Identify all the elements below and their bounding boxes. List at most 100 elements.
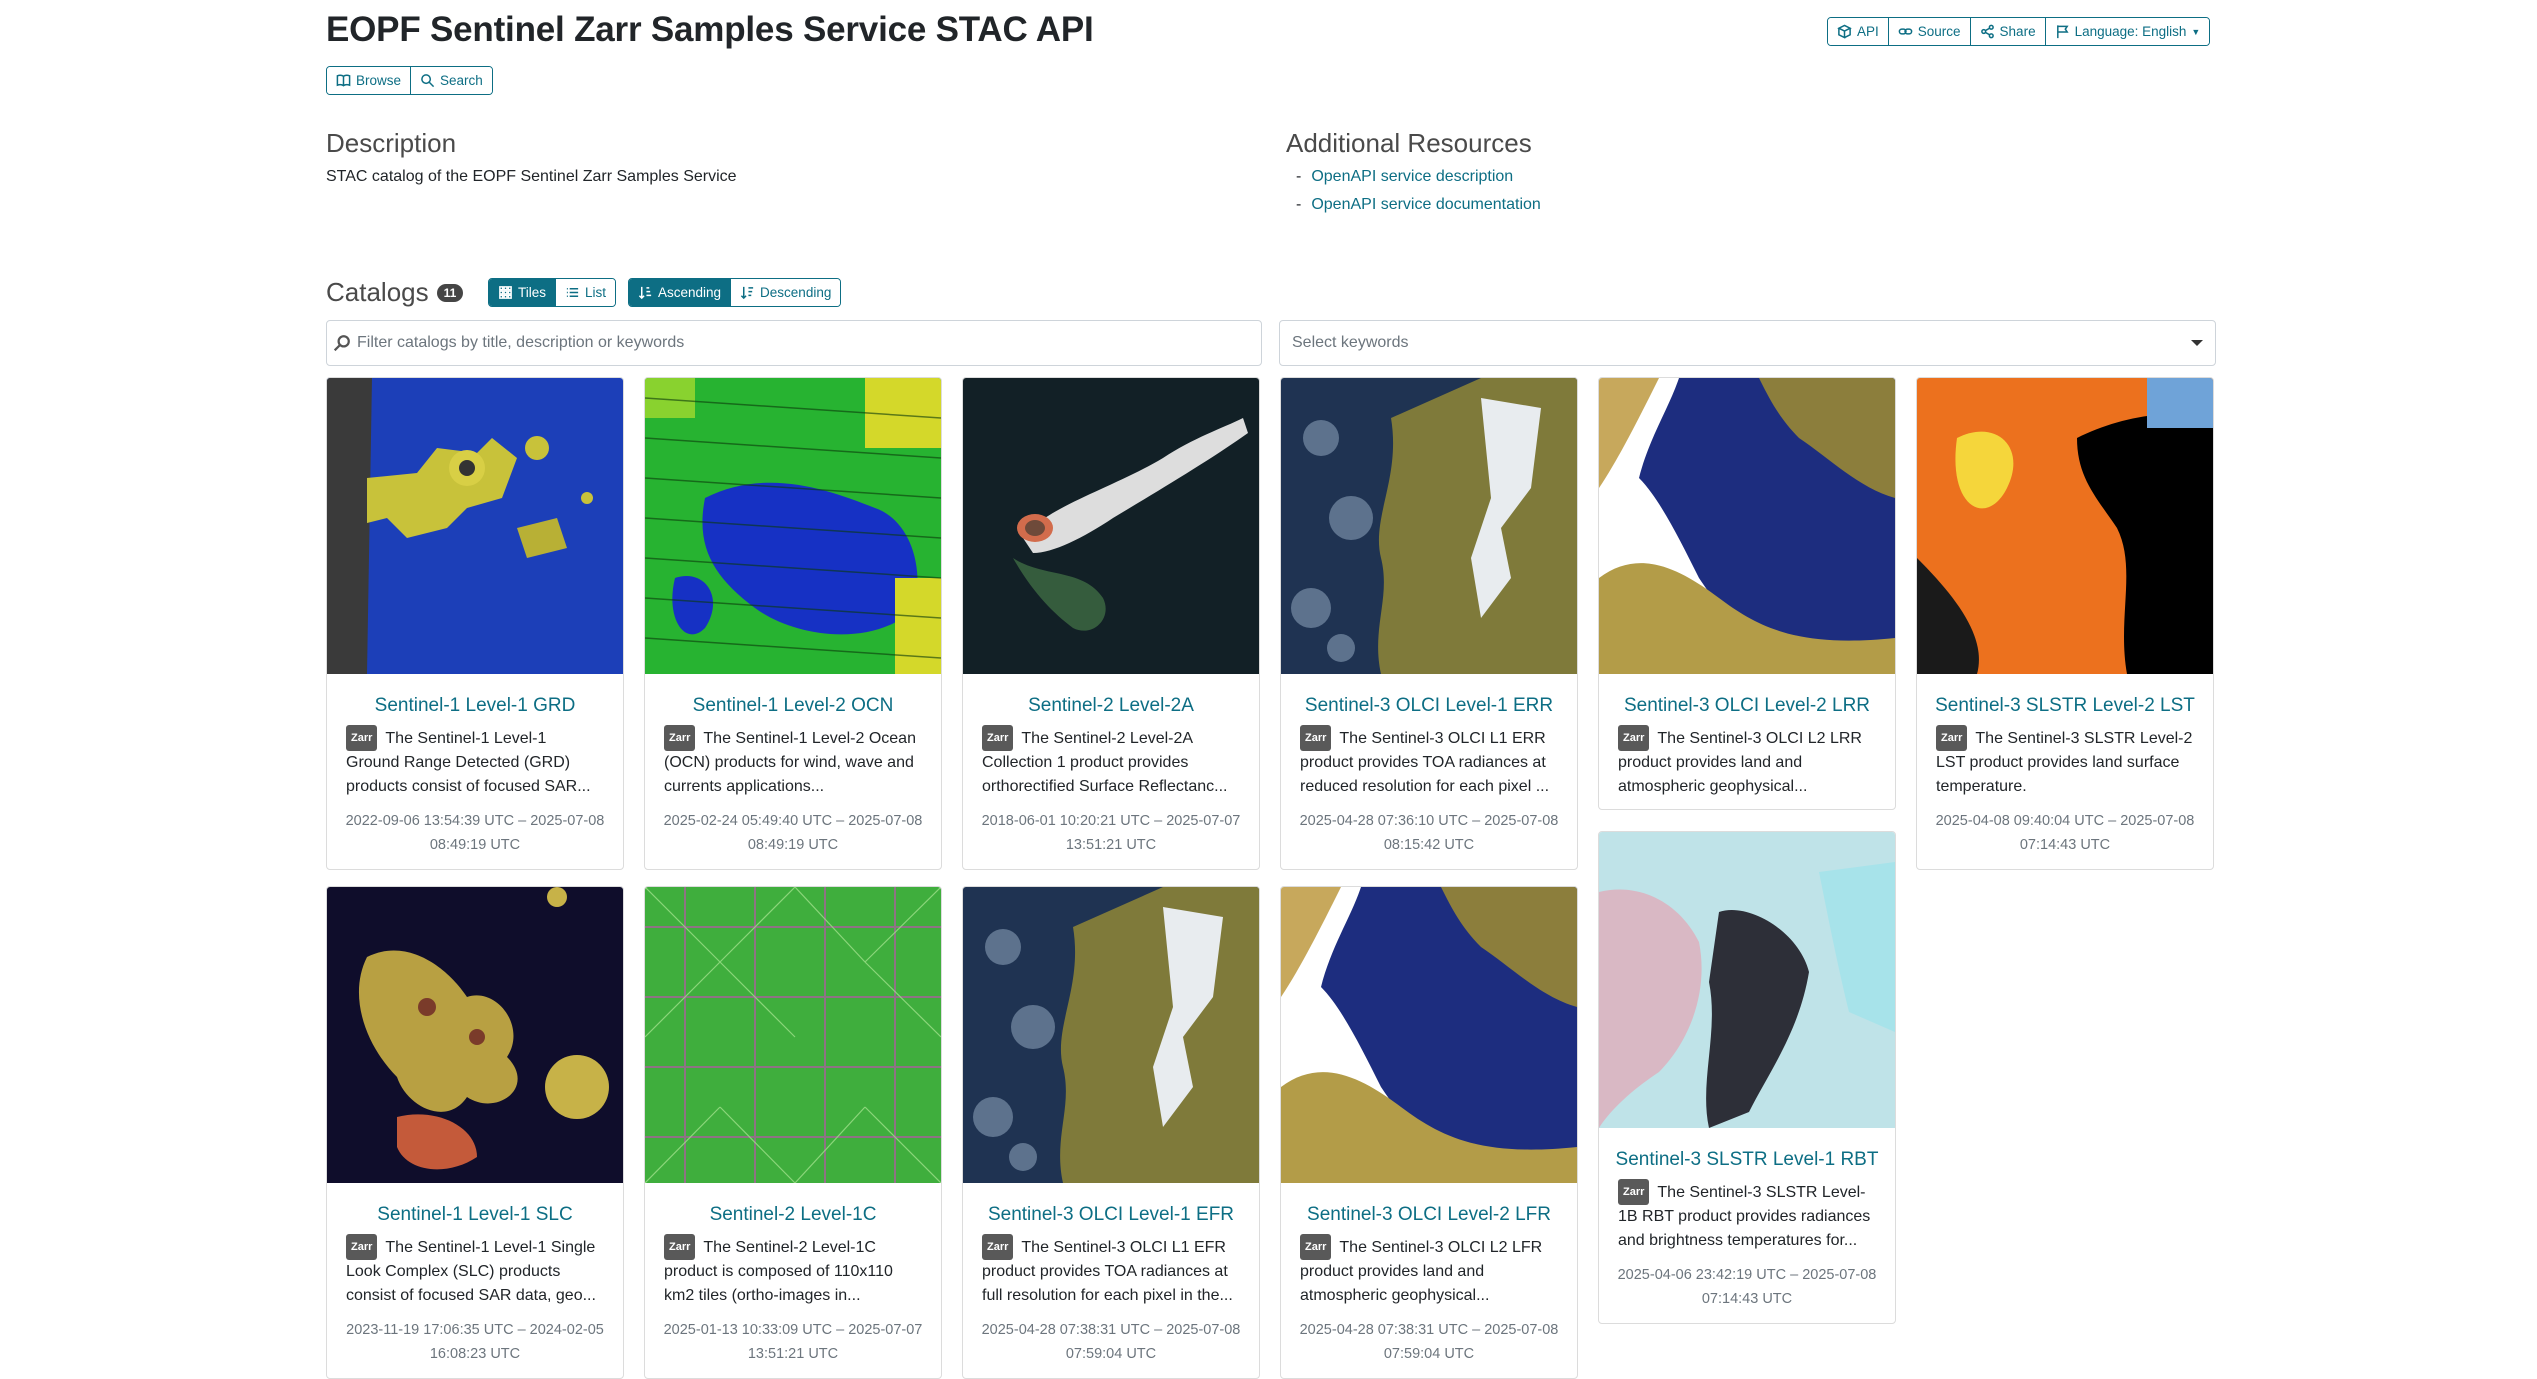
sort-descending-icon	[740, 286, 754, 300]
card-title[interactable]: Sentinel-3 SLSTR Level-1 RBT	[1611, 1148, 1883, 1171]
catalog-card[interactable]: Sentinel-3 OLCI Level-2 LRR Zarr The Sent…	[1598, 377, 1896, 810]
card-date: 2022-09-06 13:54:39 UTC – 2025-07-08 08:…	[345, 813, 605, 853]
card-date: 2025-04-28 07:36:10 UTC – 2025-07-08 08:…	[1299, 813, 1559, 853]
card-description: Zarr The Sentinel-1 Level-1 Ground Range …	[346, 725, 604, 797]
zarr-badge: Zarr	[664, 1234, 696, 1260]
thumbnail-s1-slc	[327, 887, 623, 1183]
list-item: OpenAPI service documentation	[1286, 196, 1540, 214]
catalogs-heading: Catalogs	[326, 277, 429, 307]
sub-nav: Browse Search	[326, 66, 493, 95]
catalog-card[interactable]: Sentinel-3 OLCI Level-1 ERR Zarr The Sent…	[1280, 377, 1578, 870]
filter-input[interactable]	[355, 333, 1239, 353]
thumbnail-s1-grd	[327, 378, 623, 674]
card-description: Zarr The Sentinel-1 Level-1 Single Look C…	[346, 1234, 604, 1306]
search-button[interactable]: Search	[411, 67, 492, 94]
card-date: 2018-06-01 10:20:21 UTC – 2025-07-07 13:…	[981, 813, 1241, 853]
share-icon	[1980, 24, 1994, 39]
card-title[interactable]: Sentinel-3 OLCI Level-2 LFR	[1293, 1203, 1565, 1226]
card-title[interactable]: Sentinel-3 SLSTR Level-2 LST	[1929, 694, 2201, 717]
thumbnail-s3-olci-efr	[963, 887, 1259, 1183]
source-button[interactable]: Source	[1888, 18, 1971, 45]
browse-button[interactable]: Browse	[327, 67, 412, 94]
catalog-card[interactable]: Sentinel-3 SLSTR Level-1 RBT Zarr The Sen…	[1598, 831, 1896, 1324]
thumbnail-s2-l2a	[963, 378, 1259, 674]
description-heading: Description	[326, 128, 457, 158]
sort-ascending-icon	[638, 286, 652, 300]
card-date: 2025-02-24 05:49:40 UTC – 2025-07-08 08:…	[663, 813, 923, 853]
card-date: 2025-04-28 07:38:31 UTC – 2025-07-08 07:…	[1299, 1322, 1559, 1362]
tiles-view-button[interactable]: Tiles	[489, 279, 557, 306]
thumbnail-s3-slstr-lst	[1917, 378, 2213, 674]
language-dropdown[interactable]: Language: English ▼	[2045, 18, 2210, 45]
catalog-card[interactable]: Sentinel-3 OLCI Level-2 LFR Zarr The Sent…	[1280, 886, 1578, 1379]
book-icon	[336, 74, 351, 87]
list-view-button[interactable]: List	[556, 279, 616, 306]
card-description: Zarr The Sentinel-3 OLCI L2 LFR product p…	[1300, 1234, 1558, 1306]
zarr-badge: Zarr	[982, 1234, 1014, 1260]
card-description: Zarr The Sentinel-2 Level-2A Collection 1…	[982, 725, 1240, 797]
page-container: EOPF Sentinel Zarr Samples Service STAC …	[326, 0, 2216, 1379]
card-date: 2025-04-28 07:38:31 UTC – 2025-07-08 07:…	[981, 1322, 1241, 1362]
thumbnail-s2-l1c	[645, 887, 941, 1183]
card-date: 2025-01-13 10:33:09 UTC – 2025-07-07 13:…	[663, 1322, 923, 1362]
thumbnail-s3-olci-err	[1281, 378, 1577, 674]
zarr-badge: Zarr	[664, 725, 696, 751]
card-title[interactable]: Sentinel-3 OLCI Level-2 LRR	[1611, 694, 1883, 717]
keywords-select[interactable]: Select keywords	[1279, 320, 2216, 366]
chevron-down-icon	[2191, 340, 2203, 346]
view-toggle: Tiles List	[488, 278, 617, 307]
description-text: STAC catalog of the EOPF Sentinel Zarr S…	[326, 168, 737, 185]
card-title[interactable]: Sentinel-1 Level-1 SLC	[339, 1203, 611, 1226]
resources-heading: Additional Resources	[1286, 128, 1532, 158]
keywords-placeholder: Select keywords	[1292, 334, 1409, 351]
thumbnail-s3-olci-lrr	[1599, 378, 1895, 674]
card-description: Zarr The Sentinel-3 SLSTR Level-2 LST pro…	[1936, 725, 2194, 797]
zarr-badge: Zarr	[1300, 1234, 1332, 1260]
catalog-card[interactable]: Sentinel-2 Level-1C Zarr The Sentinel-2 L…	[644, 886, 942, 1379]
card-description: Zarr The Sentinel-3 OLCI L1 EFR product p…	[982, 1234, 1240, 1306]
thumbnail-s1-ocn	[645, 378, 941, 674]
sort-descending-button[interactable]: Descending	[731, 279, 841, 306]
catalog-card[interactable]: Sentinel-3 SLSTR Level-2 LST Zarr The Sen…	[1916, 377, 2214, 870]
api-button[interactable]: API	[1828, 18, 1889, 45]
card-title[interactable]: Sentinel-1 Level-1 GRD	[339, 694, 611, 717]
thumbnail-s3-slstr-rbt	[1599, 832, 1895, 1128]
card-date: 2023-11-19 17:06:35 UTC – 2024-02-05 16:…	[346, 1322, 604, 1362]
card-title[interactable]: Sentinel-3 OLCI Level-1 ERR	[1293, 694, 1565, 717]
zarr-badge: Zarr	[982, 725, 1014, 751]
zarr-badge: Zarr	[1300, 725, 1332, 751]
grid-icon	[499, 286, 512, 299]
share-button[interactable]: Share	[1970, 18, 2046, 45]
card-title[interactable]: Sentinel-1 Level-2 OCN	[657, 694, 929, 717]
catalog-card[interactable]: Sentinel-3 OLCI Level-1 EFR Zarr The Sent…	[962, 886, 1260, 1379]
list-icon	[566, 288, 579, 297]
catalog-card[interactable]: Sentinel-1 Level-1 SLC Zarr The Sentinel-…	[326, 886, 624, 1379]
search-icon	[421, 74, 435, 88]
catalog-card[interactable]: Sentinel-1 Level-1 GRD Zarr The Sentinel-…	[326, 377, 624, 870]
catalog-card[interactable]: Sentinel-2 Level-2A Zarr The Sentinel-2 L…	[962, 377, 1260, 870]
cube-icon	[1837, 24, 1852, 39]
zarr-badge: Zarr	[1618, 725, 1650, 751]
zarr-badge: Zarr	[346, 725, 378, 751]
zarr-badge: Zarr	[1618, 1179, 1650, 1205]
card-date: 2025-04-08 09:40:04 UTC – 2025-07-08 07:…	[1935, 813, 2195, 853]
search-icon	[333, 335, 350, 352]
openapi-description-link[interactable]: OpenAPI service description	[1311, 168, 1513, 185]
catalog-count-badge: 11	[436, 283, 464, 302]
list-item: OpenAPI service description	[1286, 168, 1541, 186]
card-title[interactable]: Sentinel-2 Level-1C	[657, 1203, 929, 1226]
sort-ascending-button[interactable]: Ascending	[629, 279, 732, 306]
top-nav: API Source Share Language: English ▼	[1827, 17, 2211, 46]
catalog-card[interactable]: Sentinel-1 Level-2 OCN Zarr The Sentinel-…	[644, 377, 942, 870]
card-title[interactable]: Sentinel-3 OLCI Level-1 EFR	[975, 1203, 1247, 1226]
card-description: Zarr The Sentinel-3 SLSTR Level-1B RBT pr…	[1618, 1179, 1876, 1251]
page-title: EOPF Sentinel Zarr Samples Service STAC …	[326, 10, 1094, 49]
sort-toggle: Ascending Descending	[628, 278, 842, 307]
card-title[interactable]: Sentinel-2 Level-2A	[975, 694, 1247, 717]
catalogs-header: Catalogs 11	[326, 277, 464, 308]
flag-icon	[2056, 25, 2069, 39]
openapi-documentation-link[interactable]: OpenAPI service documentation	[1311, 196, 1540, 213]
zarr-badge: Zarr	[1936, 725, 1968, 751]
card-description: Zarr The Sentinel-3 OLCI L2 LRR product p…	[1618, 725, 1876, 797]
filter-field[interactable]	[326, 320, 1262, 366]
